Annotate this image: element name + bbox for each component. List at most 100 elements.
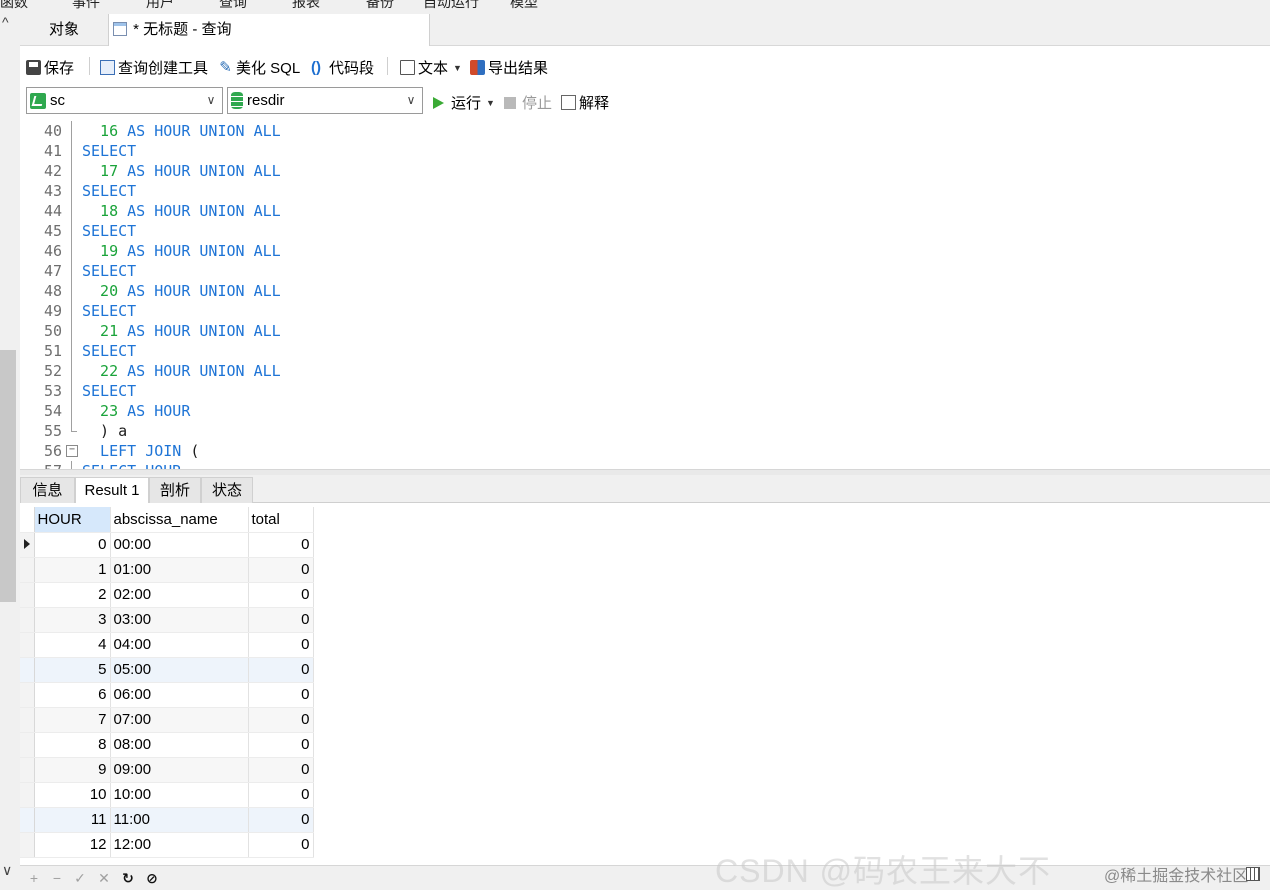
- cell-hour[interactable]: 1: [34, 557, 111, 583]
- grid-view-icon[interactable]: [1246, 867, 1260, 881]
- table-row[interactable]: 10 10:00 0: [20, 782, 314, 808]
- cell-total[interactable]: 0: [248, 632, 314, 658]
- cell-abscissa-name[interactable]: 05:00: [110, 657, 249, 683]
- cell-hour[interactable]: 11: [34, 807, 111, 833]
- cell-hour[interactable]: 3: [34, 607, 111, 633]
- tab-info[interactable]: 信息: [20, 477, 75, 503]
- export-results-button[interactable]: 导出结果: [470, 57, 548, 78]
- cell-total[interactable]: 0: [248, 607, 314, 633]
- cell-total[interactable]: 0: [248, 707, 314, 733]
- editor-line[interactable]: 54 23 AS HOUR: [20, 401, 1270, 421]
- expand-down-icon[interactable]: ∨: [2, 862, 12, 879]
- row-indicator[interactable]: [20, 832, 35, 858]
- add-record-button[interactable]: +: [26, 870, 42, 886]
- apply-changes-button[interactable]: ✓: [72, 870, 88, 887]
- cell-total[interactable]: 0: [248, 807, 314, 833]
- cell-total[interactable]: 0: [248, 582, 314, 608]
- editor-line[interactable]: 57 SELECT HOUR: [20, 461, 1270, 469]
- cell-abscissa-name[interactable]: 00:00: [110, 532, 249, 558]
- editor-line[interactable]: 55 ) a: [20, 421, 1270, 441]
- menu-reports[interactable]: 报表: [292, 0, 320, 12]
- editor-line[interactable]: 48 20 AS HOUR UNION ALL: [20, 281, 1270, 301]
- cell-abscissa-name[interactable]: 07:00: [110, 707, 249, 733]
- discard-changes-button[interactable]: ✕: [96, 870, 112, 887]
- row-indicator[interactable]: [20, 782, 35, 808]
- table-row[interactable]: 12 12:00 0: [20, 832, 314, 858]
- cell-hour[interactable]: 12: [34, 832, 111, 858]
- cell-hour[interactable]: 10: [34, 782, 111, 808]
- database-select[interactable]: resdir ∨: [227, 87, 423, 114]
- cell-abscissa-name[interactable]: 02:00: [110, 582, 249, 608]
- cell-hour[interactable]: 0: [34, 532, 111, 558]
- editor-line[interactable]: 43 SELECT: [20, 181, 1270, 201]
- menu-users[interactable]: 用户: [146, 0, 174, 12]
- cell-abscissa-name[interactable]: 12:00: [110, 832, 249, 858]
- cell-abscissa-name[interactable]: 01:00: [110, 557, 249, 583]
- cell-total[interactable]: 0: [248, 782, 314, 808]
- table-row[interactable]: 8 08:00 0: [20, 732, 314, 758]
- table-row[interactable]: 5 05:00 0: [20, 657, 314, 683]
- cell-total[interactable]: 0: [248, 732, 314, 758]
- table-row[interactable]: 3 03:00 0: [20, 607, 314, 633]
- row-indicator[interactable]: [20, 607, 35, 633]
- stop-refresh-icon[interactable]: ⊘: [144, 870, 160, 887]
- cell-total[interactable]: 0: [248, 557, 314, 583]
- cell-abscissa-name[interactable]: 08:00: [110, 732, 249, 758]
- cell-total[interactable]: 0: [248, 682, 314, 708]
- table-row[interactable]: 2 02:00 0: [20, 582, 314, 608]
- row-indicator[interactable]: [20, 757, 35, 783]
- snippet-button[interactable]: () 代码段: [311, 57, 374, 78]
- fold-toggle-icon[interactable]: [66, 441, 78, 461]
- menu-model[interactable]: 模型: [510, 0, 538, 12]
- row-indicator[interactable]: [20, 582, 35, 608]
- editor-line[interactable]: 46 19 AS HOUR UNION ALL: [20, 241, 1270, 261]
- row-indicator[interactable]: [20, 557, 35, 583]
- stop-button[interactable]: 停止: [504, 92, 552, 113]
- tab-profile[interactable]: 剖析: [149, 477, 201, 503]
- table-row[interactable]: 6 06:00 0: [20, 682, 314, 708]
- editor-line[interactable]: 40 16 AS HOUR UNION ALL: [20, 121, 1270, 141]
- menu-events[interactable]: 事件: [72, 0, 100, 12]
- row-indicator[interactable]: [20, 632, 35, 658]
- cell-hour[interactable]: 2: [34, 582, 111, 608]
- cell-total[interactable]: 0: [248, 757, 314, 783]
- vertical-scrollbar[interactable]: [0, 350, 16, 602]
- tab-status[interactable]: 状态: [201, 477, 253, 503]
- menu-functions[interactable]: 函数: [0, 0, 28, 12]
- cell-total[interactable]: 0: [248, 532, 314, 558]
- column-header-abscissa-name[interactable]: abscissa_name: [110, 507, 249, 533]
- save-button[interactable]: 保存: [26, 57, 74, 78]
- cell-abscissa-name[interactable]: 10:00: [110, 782, 249, 808]
- tab-objects[interactable]: 对象: [20, 14, 108, 46]
- editor-line[interactable]: 53 SELECT: [20, 381, 1270, 401]
- editor-line[interactable]: 44 18 AS HOUR UNION ALL: [20, 201, 1270, 221]
- editor-line[interactable]: 52 22 AS HOUR UNION ALL: [20, 361, 1270, 381]
- table-row[interactable]: 1 01:00 0: [20, 557, 314, 583]
- tab-result-1[interactable]: Result 1: [75, 477, 149, 504]
- menu-automation[interactable]: 自动运行: [423, 0, 479, 12]
- cell-hour[interactable]: 9: [34, 757, 111, 783]
- collapse-up-icon[interactable]: ^: [2, 14, 9, 30]
- tab-query[interactable]: * 无标题 - 查询: [108, 14, 430, 46]
- table-row[interactable]: 4 04:00 0: [20, 632, 314, 658]
- row-indicator[interactable]: [20, 532, 35, 558]
- menu-query[interactable]: 查询: [219, 0, 247, 12]
- connection-select[interactable]: sc ∨: [26, 87, 223, 114]
- delete-record-button[interactable]: −: [49, 870, 65, 886]
- row-indicator[interactable]: [20, 657, 35, 683]
- editor-line[interactable]: 49 SELECT: [20, 301, 1270, 321]
- editor-line[interactable]: 41 SELECT: [20, 141, 1270, 161]
- table-row[interactable]: 9 09:00 0: [20, 757, 314, 783]
- editor-line[interactable]: 47 SELECT: [20, 261, 1270, 281]
- cell-abscissa-name[interactable]: 09:00: [110, 757, 249, 783]
- table-row[interactable]: 0 00:00 0: [20, 532, 314, 558]
- table-row[interactable]: 7 07:00 0: [20, 707, 314, 733]
- cell-abscissa-name[interactable]: 11:00: [110, 807, 249, 833]
- cell-abscissa-name[interactable]: 06:00: [110, 682, 249, 708]
- cell-total[interactable]: 0: [248, 832, 314, 858]
- beautify-sql-button[interactable]: ✎ 美化 SQL: [218, 57, 300, 78]
- editor-line[interactable]: 56 LEFT JOIN (: [20, 441, 1270, 461]
- column-header-total[interactable]: total: [248, 507, 314, 533]
- cell-hour[interactable]: 5: [34, 657, 111, 683]
- refresh-icon[interactable]: ↻: [120, 870, 136, 887]
